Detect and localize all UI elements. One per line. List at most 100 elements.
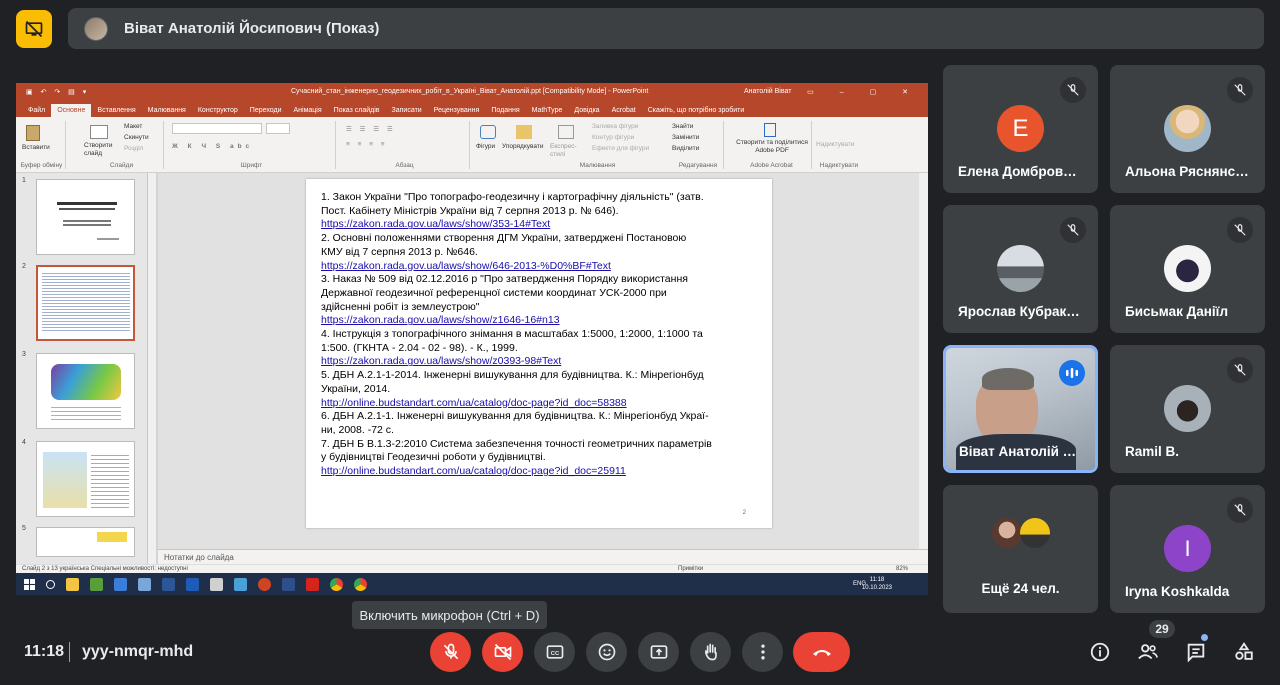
dictate-button[interactable]: Надиктувати bbox=[816, 141, 854, 148]
ribbon-tab[interactable]: Довідка bbox=[568, 104, 605, 117]
notes-pane[interactable]: Нотатки до слайда bbox=[158, 549, 928, 565]
ribbon-tab[interactable]: Вставлення bbox=[91, 104, 141, 117]
paragraph-buttons[interactable]: ☰ ☰ ☰ ☰ bbox=[346, 125, 396, 133]
closed-caption-icon: CC bbox=[546, 645, 563, 659]
reference-link[interactable]: https://zakon.rada.gov.ua/laws/show/z164… bbox=[321, 314, 761, 328]
chat-button[interactable] bbox=[1184, 640, 1208, 664]
presenting-badge[interactable] bbox=[16, 10, 52, 48]
quick-styles-button[interactable]: Експрес-стилі bbox=[550, 143, 582, 159]
group-label: Adobe Acrobat bbox=[750, 162, 793, 169]
ppt-ribbon-tabs: Файл Основне Вставлення Малювання Констр… bbox=[16, 100, 928, 117]
word-icon[interactable] bbox=[186, 577, 199, 591]
shapes-button[interactable]: Фігури bbox=[476, 143, 495, 150]
window-controls[interactable]: ▭ – ▢ ✕ bbox=[807, 88, 920, 96]
slide-thumbnail[interactable] bbox=[36, 527, 135, 557]
slide-scrollbar[interactable] bbox=[919, 173, 928, 549]
ribbon-tab[interactable]: Рецензування bbox=[428, 104, 486, 117]
find-button[interactable]: Знайти bbox=[672, 123, 693, 130]
participant-tile[interactable]: Ярослав Кубрак… bbox=[943, 205, 1098, 333]
reference-link[interactable]: http://online.budstandart.com/ua/catalog… bbox=[321, 397, 761, 411]
participant-name: Ramil B. bbox=[1125, 444, 1180, 459]
app-icon[interactable] bbox=[90, 577, 103, 591]
participant-tile[interactable]: Ramil B. bbox=[1110, 345, 1265, 473]
font-format-buttons[interactable]: Ж К Ч S abc bbox=[172, 143, 253, 150]
shape-fill-button[interactable]: Заливка фігури bbox=[592, 123, 638, 130]
align-buttons[interactable]: ≡ ≡ ≡ ≡ bbox=[346, 141, 388, 148]
camera-toggle-button[interactable] bbox=[482, 632, 523, 672]
notes-toggle[interactable]: Примітки bbox=[678, 566, 703, 572]
create-pdf-button[interactable]: Створити та поділитися Adobe PDF bbox=[734, 139, 810, 155]
chrome-icon[interactable] bbox=[330, 577, 343, 591]
slide-thumbnail-selected[interactable] bbox=[36, 265, 135, 341]
ribbon-tab[interactable]: Конструктор bbox=[192, 104, 244, 117]
zoom-level[interactable]: 82% bbox=[896, 566, 908, 572]
meeting-details-button[interactable] bbox=[1088, 640, 1112, 664]
ribbon-tab[interactable]: Анімація bbox=[288, 104, 328, 117]
windows-taskbar: ENG 11:18 10.10.2023 bbox=[16, 573, 928, 595]
participant-tile[interactable]: Альона Ряснянс… bbox=[1110, 65, 1265, 193]
layout-button[interactable]: Макет bbox=[124, 123, 142, 130]
reset-button[interactable]: Скинути bbox=[124, 134, 149, 141]
search-icon[interactable] bbox=[46, 579, 55, 589]
powerpoint-icon[interactable] bbox=[258, 577, 271, 591]
paste-button[interactable]: Вставити bbox=[22, 144, 50, 151]
replace-button[interactable]: Замінити bbox=[672, 134, 699, 141]
slide-thumbnail[interactable] bbox=[36, 353, 135, 429]
leave-call-button[interactable] bbox=[793, 632, 850, 672]
reference-link[interactable]: https://zakon.rada.gov.ua/laws/show/353-… bbox=[321, 218, 761, 232]
select-button[interactable]: Виділити bbox=[672, 145, 699, 152]
ribbon-tab[interactable]: Переходи bbox=[244, 104, 288, 117]
ribbon-tab[interactable]: Acrobat bbox=[606, 104, 642, 117]
file-explorer-icon[interactable] bbox=[66, 577, 79, 591]
reference-link[interactable]: https://zakon.rada.gov.ua/laws/show/646-… bbox=[321, 260, 761, 274]
ribbon-tab[interactable]: Показ слайдів bbox=[328, 104, 386, 117]
arrange-button[interactable]: Упорядкувати bbox=[502, 143, 543, 150]
ribbon-tab[interactable]: Малювання bbox=[142, 104, 192, 117]
app-icon[interactable] bbox=[234, 577, 247, 591]
font-name-box[interactable] bbox=[172, 123, 262, 134]
mic-toggle-button[interactable] bbox=[430, 632, 471, 672]
more-options-button[interactable] bbox=[742, 632, 783, 672]
font-size-box[interactable] bbox=[266, 123, 290, 134]
ribbon-tab[interactable]: Записати bbox=[386, 104, 428, 117]
shape-outline-button[interactable]: Контур фігури bbox=[592, 134, 634, 141]
ribbon-tab[interactable]: Файл bbox=[22, 104, 51, 117]
tell-me-search[interactable]: Скажіть, що потрібно зробити bbox=[642, 104, 751, 117]
raise-hand-button[interactable] bbox=[690, 632, 731, 672]
taskbar-clock[interactable]: 11:18 10.10.2023 bbox=[862, 576, 892, 592]
current-slide[interactable]: 1. Закон України "Про топографо-геодезич… bbox=[306, 179, 772, 528]
people-button[interactable] bbox=[1136, 640, 1160, 664]
windows-start-icon[interactable] bbox=[24, 578, 35, 590]
reference-link[interactable]: http://online.budstandart.com/ua/catalog… bbox=[321, 465, 761, 479]
new-slide-button[interactable]: Створити слайд bbox=[84, 142, 120, 158]
ribbon-tab-active[interactable]: Основне bbox=[51, 104, 92, 117]
participant-tile-active-speaker[interactable]: Віват Анатолій … bbox=[943, 345, 1098, 473]
ribbon-tab[interactable]: MathType bbox=[526, 104, 569, 117]
app-icon[interactable] bbox=[210, 577, 223, 591]
ribbon-tab[interactable]: Подання bbox=[485, 104, 525, 117]
avatar bbox=[992, 518, 1022, 548]
participant-tile[interactable]: I Iryna Koshkalda bbox=[1110, 485, 1265, 613]
participant-tile[interactable]: E Елена Домбров… bbox=[943, 65, 1098, 193]
app-icon[interactable] bbox=[114, 577, 127, 591]
slide-thumbnail[interactable] bbox=[36, 441, 135, 517]
app-icon[interactable] bbox=[138, 577, 151, 591]
activities-button[interactable] bbox=[1232, 640, 1256, 664]
quick-access-toolbar[interactable]: ▣ ↶ ↷ ▤ ▾ bbox=[26, 88, 89, 96]
captions-button[interactable]: CC bbox=[534, 632, 575, 672]
shape-effects-button[interactable]: Ефекти для фігури bbox=[592, 145, 649, 152]
reference-link[interactable]: https://zakon.rada.gov.ua/laws/show/z039… bbox=[321, 355, 761, 369]
chrome-icon[interactable] bbox=[354, 577, 367, 591]
acrobat-icon[interactable] bbox=[306, 577, 319, 591]
reactions-button[interactable] bbox=[586, 632, 627, 672]
thumbnail-scrollbar[interactable] bbox=[148, 173, 156, 565]
more-participants-tile[interactable]: Ещё 24 чел. bbox=[943, 485, 1098, 613]
participant-tile[interactable]: Бисьмак Даніїл bbox=[1110, 205, 1265, 333]
presenter-bar[interactable]: Віват Анатолій Йосипович (Показ) bbox=[68, 8, 1264, 49]
present-screen-button[interactable] bbox=[638, 632, 679, 672]
app-icon[interactable] bbox=[162, 577, 175, 591]
section-button[interactable]: Розділ bbox=[124, 145, 143, 152]
participant-name: Віват Анатолій … bbox=[959, 444, 1077, 459]
app-icon[interactable] bbox=[282, 577, 295, 591]
slide-thumbnail[interactable] bbox=[36, 179, 135, 255]
